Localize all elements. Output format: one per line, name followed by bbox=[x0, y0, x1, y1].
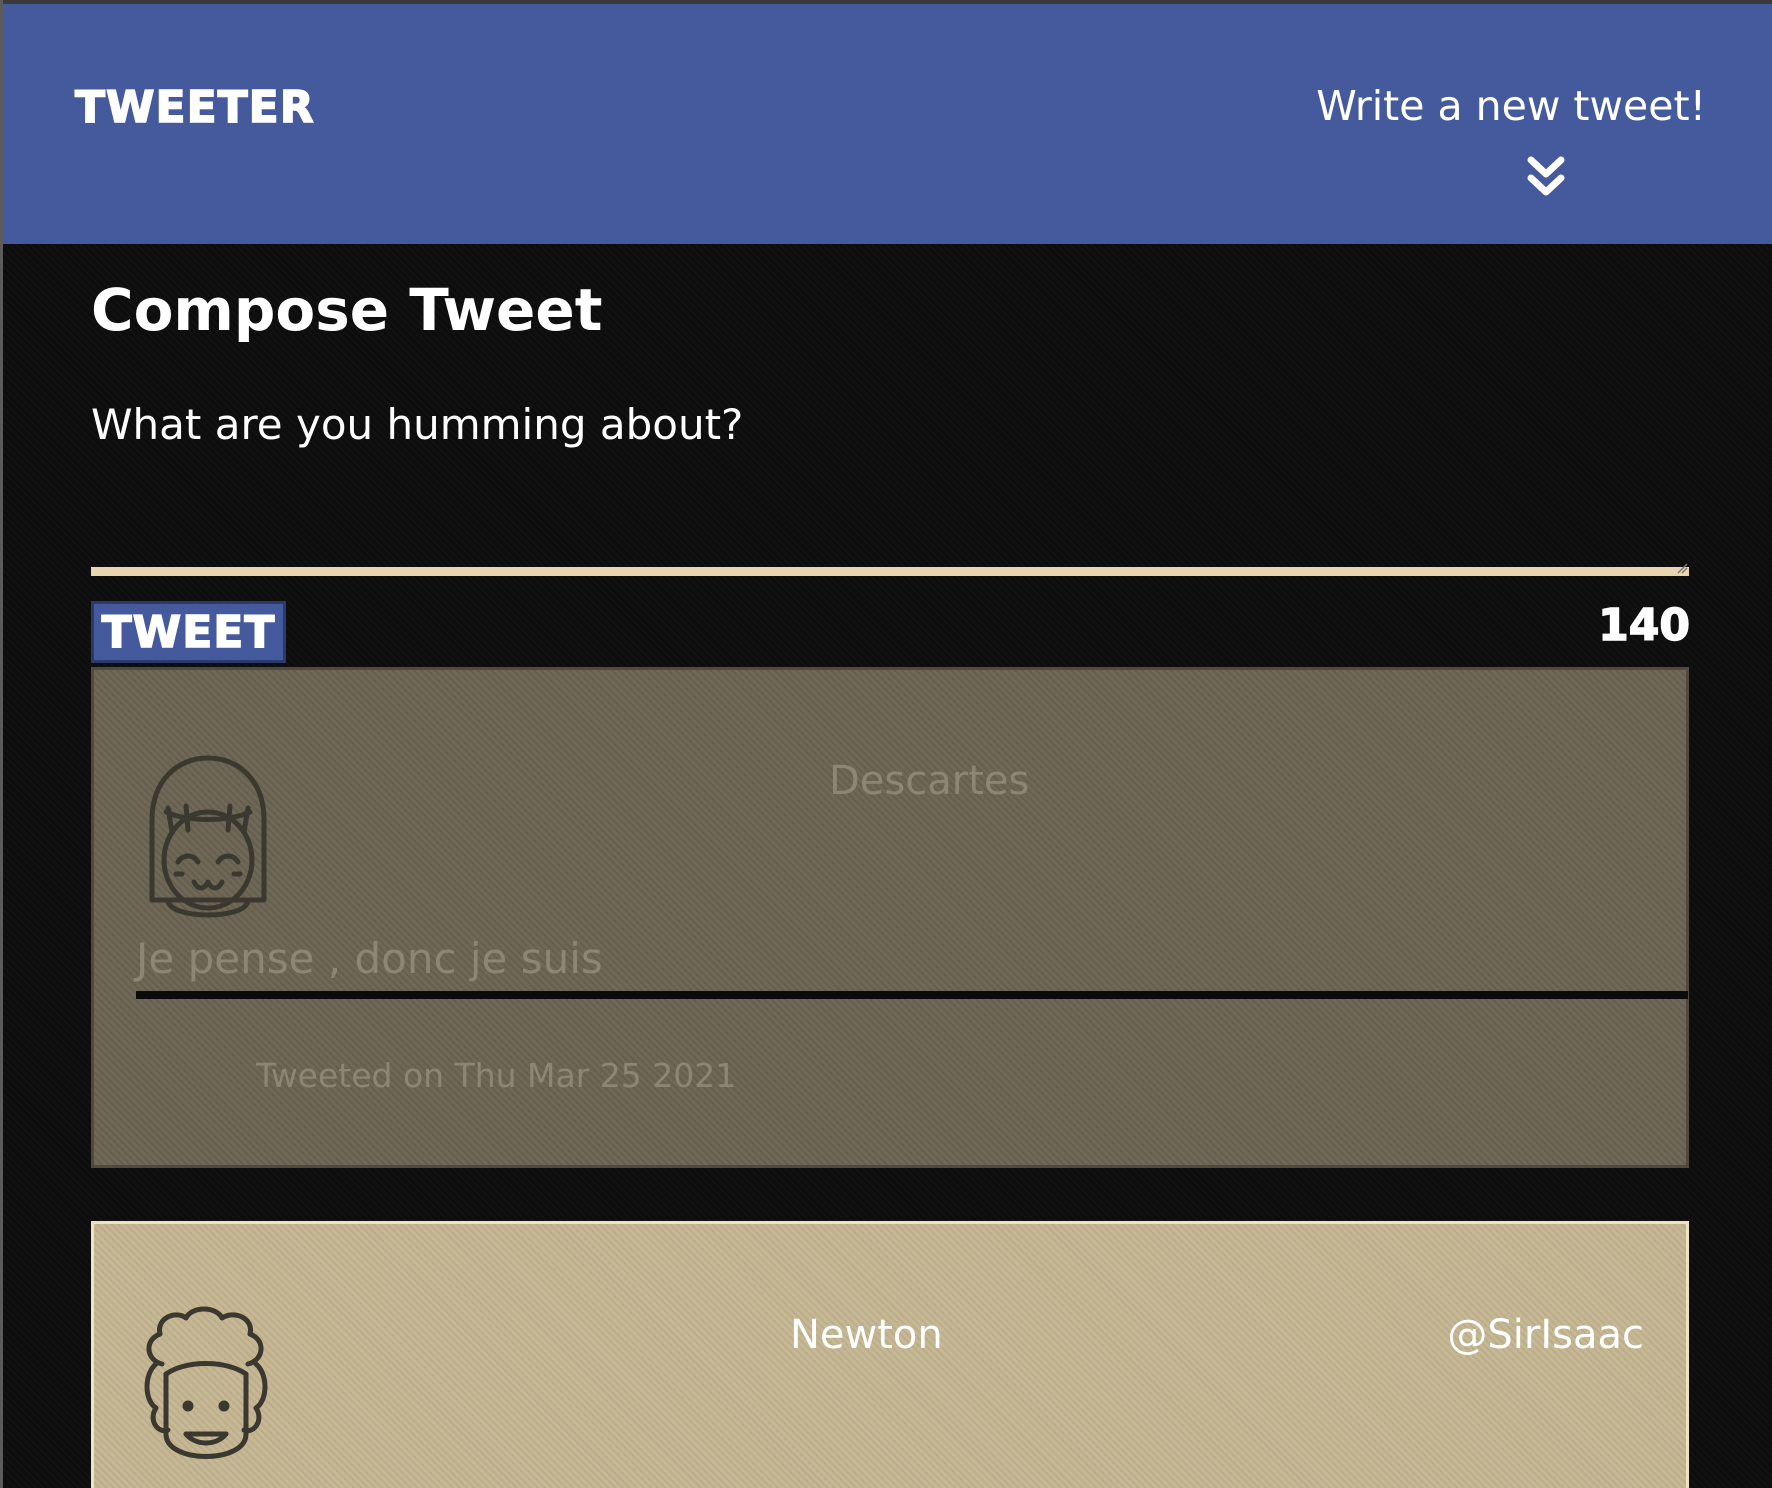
tweet-submit-button[interactable]: TWEET bbox=[91, 601, 286, 663]
navbar: TWEETER Write a new tweet! bbox=[3, 4, 1772, 244]
tweet-author-name: Descartes bbox=[829, 758, 1030, 804]
left-edge bbox=[0, 0, 3, 1488]
curly-hair-avatar-icon bbox=[144, 1306, 268, 1459]
compose-title: Compose Tweet bbox=[91, 276, 603, 344]
tweet-author-handle: @SirIsaac bbox=[1447, 1312, 1644, 1358]
tweet-date: Tweeted on Thu Mar 25 2021 bbox=[256, 1056, 737, 1095]
tweet-text-input[interactable] bbox=[91, 400, 1689, 576]
tweet-author-name: Newton bbox=[790, 1312, 943, 1358]
page: TWEETER Write a new tweet! Compose Tweet… bbox=[0, 0, 1772, 1488]
girl-avatar-icon bbox=[149, 755, 267, 918]
brand-logo[interactable]: TWEETER bbox=[74, 81, 315, 134]
tweet-card: Newton @SirIsaac bbox=[91, 1221, 1689, 1488]
write-new-tweet-link[interactable]: Write a new tweet! bbox=[1316, 82, 1706, 130]
character-counter: 140 bbox=[1597, 599, 1690, 652]
resize-grip-icon[interactable] bbox=[1676, 562, 1688, 574]
tweet-card: Descartes Je pense , donc je suis Tweete… bbox=[91, 667, 1689, 1168]
double-chevron-down-icon[interactable] bbox=[1527, 154, 1565, 198]
tweet-content: Je pense , donc je suis bbox=[136, 934, 1688, 999]
